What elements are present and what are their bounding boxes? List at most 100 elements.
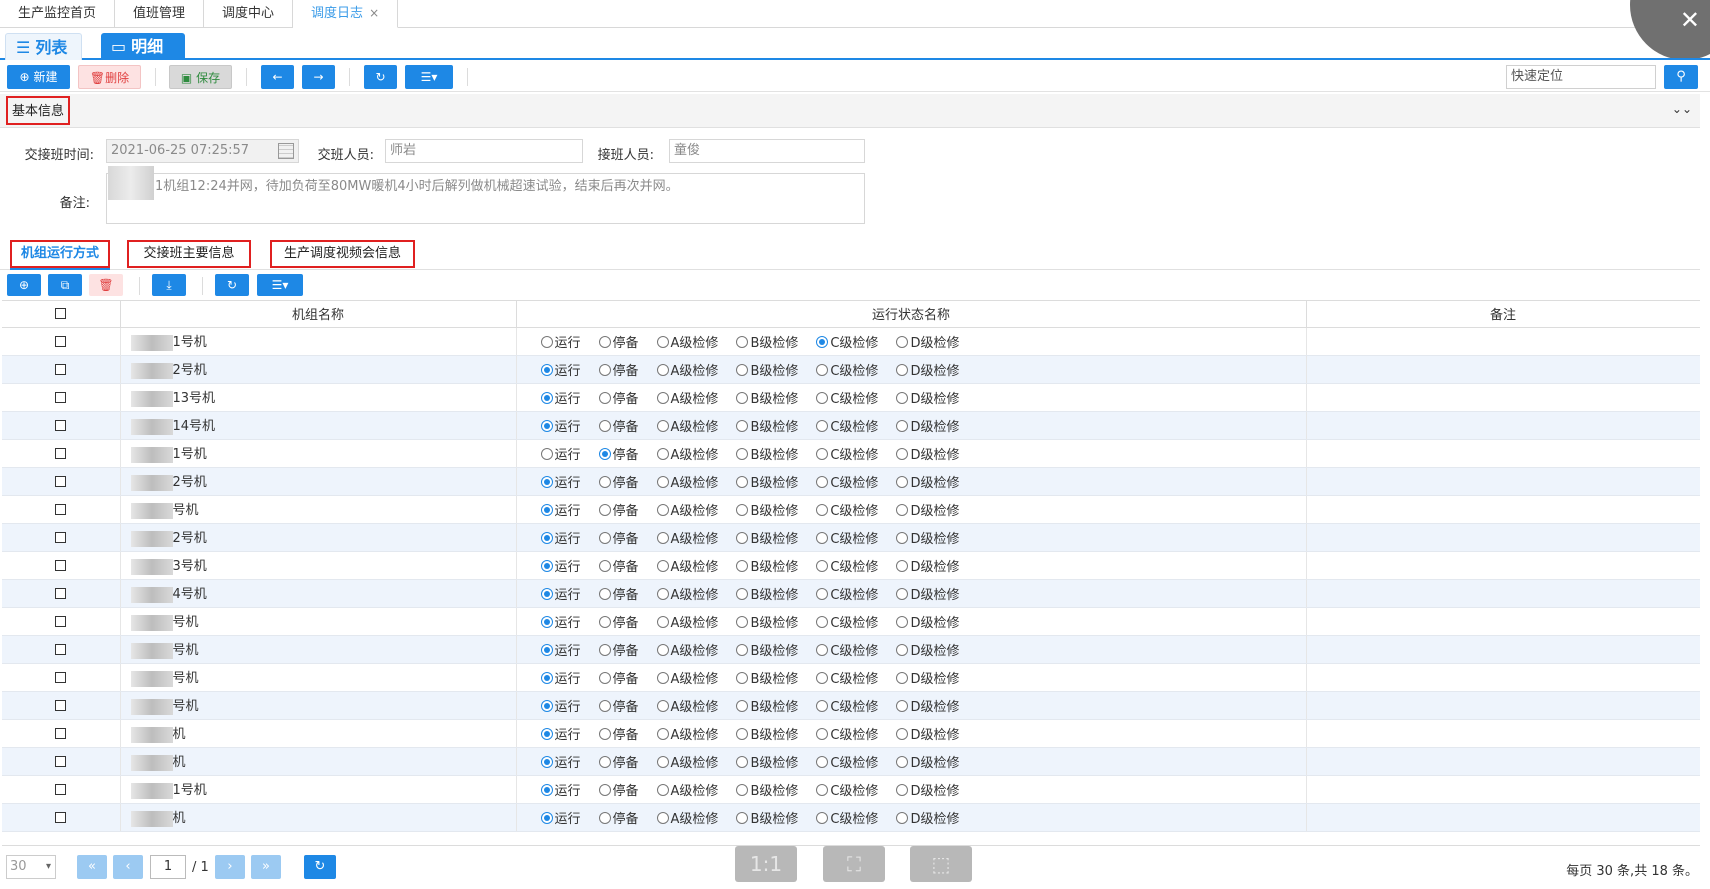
status-radio[interactable] — [656, 363, 669, 376]
status-radio[interactable] — [816, 643, 829, 656]
status-radio[interactable] — [598, 671, 611, 684]
remark-cell[interactable] — [1306, 775, 1700, 804]
status-option[interactable]: B级检修 — [736, 388, 798, 407]
status-radio[interactable] — [816, 755, 829, 768]
status-radio[interactable] — [896, 391, 909, 404]
remark-field[interactable]: 1机组12:24并网，待加负荷至80MW暖机4小时后解列做机械超速试验，结束后再… — [106, 173, 865, 224]
status-option[interactable]: A级检修 — [656, 584, 718, 603]
status-radio[interactable] — [816, 335, 829, 348]
status-radio[interactable] — [816, 531, 829, 544]
status-radio[interactable] — [656, 559, 669, 572]
status-option[interactable]: B级检修 — [736, 528, 798, 547]
status-option[interactable]: C级检修 — [816, 472, 878, 491]
export-button[interactable]: ⤓ — [152, 274, 186, 296]
status-option[interactable]: 停备 — [598, 360, 639, 379]
status-option[interactable]: C级检修 — [816, 416, 878, 435]
status-radio[interactable] — [896, 447, 909, 460]
table-row[interactable]: 号机 运行 停备 A级检修 B级检修 C级检修 D级检修 — [2, 691, 1700, 720]
status-radio[interactable] — [896, 783, 909, 796]
status-radio[interactable] — [896, 531, 909, 544]
table-row[interactable]: 3号机 运行 停备 A级检修 B级检修 C级检修 D级检修 — [2, 551, 1700, 580]
status-option[interactable]: 停备 — [598, 724, 639, 743]
status-radio[interactable] — [540, 475, 553, 488]
status-option[interactable]: 运行 — [540, 332, 581, 351]
status-radio[interactable] — [598, 587, 611, 600]
status-option[interactable]: A级检修 — [656, 416, 718, 435]
status-radio[interactable] — [816, 811, 829, 824]
status-radio[interactable] — [540, 559, 553, 572]
column-header-remark[interactable]: 备注 — [1306, 301, 1700, 328]
status-option[interactable]: A级检修 — [656, 752, 718, 771]
status-radio[interactable] — [598, 419, 611, 432]
unit-name-cell[interactable]: 号机 — [120, 495, 517, 524]
status-radio[interactable] — [656, 335, 669, 348]
status-option[interactable]: 停备 — [598, 500, 639, 519]
tab-close-icon[interactable]: × — [369, 6, 379, 20]
remark-cell[interactable] — [1306, 411, 1700, 440]
status-option[interactable]: B级检修 — [736, 500, 798, 519]
remark-cell[interactable] — [1306, 803, 1700, 832]
remark-cell[interactable] — [1306, 495, 1700, 524]
table-row[interactable]: 机 运行 停备 A级检修 B级检修 C级检修 D级检修 — [2, 747, 1700, 776]
unit-name-cell[interactable]: 3号机 — [120, 551, 517, 580]
table-row[interactable]: 1号机 运行 停备 A级检修 B级检修 C级检修 D级检修 — [2, 439, 1700, 468]
next-button[interactable]: → — [302, 65, 335, 89]
status-option[interactable]: 停备 — [598, 584, 639, 603]
status-radio[interactable] — [598, 615, 611, 628]
status-option[interactable]: B级检修 — [736, 780, 798, 799]
status-radio[interactable] — [598, 503, 611, 516]
status-radio[interactable] — [540, 503, 553, 516]
row-checkbox[interactable] — [55, 363, 67, 375]
tab-dispatch-log[interactable]: 调度日志 × — [293, 0, 399, 28]
status-radio[interactable] — [896, 811, 909, 824]
status-option[interactable]: A级检修 — [656, 360, 718, 379]
status-option[interactable]: 运行 — [540, 500, 581, 519]
tab-unit-operation-mode[interactable]: 机组运行方式 — [10, 240, 110, 270]
status-option[interactable]: A级检修 — [656, 724, 718, 743]
status-option[interactable]: C级检修 — [816, 332, 878, 351]
row-checkbox[interactable] — [55, 643, 67, 655]
status-radio[interactable] — [598, 335, 611, 348]
status-radio[interactable] — [736, 363, 749, 376]
column-header-unit-name[interactable]: 机组名称 — [120, 301, 517, 328]
status-option[interactable]: C级检修 — [816, 808, 878, 827]
unit-name-cell[interactable]: 号机 — [120, 635, 517, 664]
status-option[interactable]: A级检修 — [656, 640, 718, 659]
more-menu-button[interactable]: ☰▾ — [405, 65, 453, 89]
status-option[interactable]: 运行 — [540, 724, 581, 743]
status-radio[interactable] — [598, 559, 611, 572]
status-radio[interactable] — [736, 531, 749, 544]
unit-name-cell[interactable]: 机 — [120, 747, 517, 776]
status-radio[interactable] — [736, 643, 749, 656]
status-option[interactable]: D级检修 — [896, 472, 959, 491]
row-checkbox[interactable] — [55, 419, 67, 431]
status-radio[interactable] — [896, 335, 909, 348]
actual-size-button[interactable]: 1:1 — [735, 846, 797, 882]
status-radio[interactable] — [896, 587, 909, 600]
status-radio[interactable] — [816, 699, 829, 712]
status-option[interactable]: 停备 — [598, 808, 639, 827]
status-radio[interactable] — [540, 587, 553, 600]
status-radio[interactable] — [656, 587, 669, 600]
status-radio[interactable] — [896, 643, 909, 656]
status-radio[interactable] — [736, 671, 749, 684]
status-radio[interactable] — [540, 419, 553, 432]
unit-name-cell[interactable]: 号机 — [120, 691, 517, 720]
status-option[interactable]: C级检修 — [816, 780, 878, 799]
status-radio[interactable] — [736, 335, 749, 348]
status-option[interactable]: D级检修 — [896, 640, 959, 659]
status-radio[interactable] — [540, 335, 553, 348]
status-radio[interactable] — [896, 727, 909, 740]
grid-menu-button[interactable]: ☰▾ — [257, 274, 303, 296]
takeover-person-field[interactable]: 童俊 — [669, 139, 865, 163]
status-radio[interactable] — [736, 755, 749, 768]
status-option[interactable]: 运行 — [540, 584, 581, 603]
status-option[interactable]: 运行 — [540, 360, 581, 379]
basic-info-header[interactable]: 基本信息 ⌄⌄ — [0, 94, 1700, 128]
status-option[interactable]: C级检修 — [816, 444, 878, 463]
new-button[interactable]: ⊕ 新建 — [7, 65, 70, 89]
table-row[interactable]: 号机 运行 停备 A级检修 B级检修 C级检修 D级检修 — [2, 607, 1700, 636]
remark-cell[interactable] — [1306, 635, 1700, 664]
status-radio[interactable] — [540, 643, 553, 656]
table-row[interactable]: 13号机 运行 停备 A级检修 B级检修 C级检修 D级检修 — [2, 383, 1700, 412]
